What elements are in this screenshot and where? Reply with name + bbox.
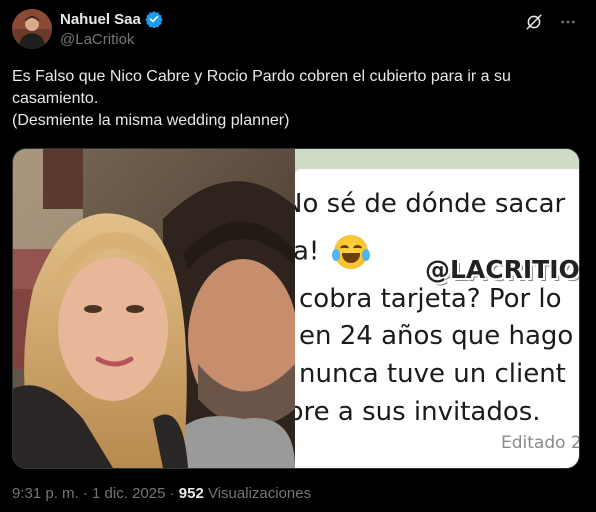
tweet-media[interactable]: No sé de dónde sacar a! @LACRITIOK cobra… — [12, 148, 580, 469]
chat-line-1: No sé de dónde sacar — [295, 189, 566, 219]
tweet-text: Es Falso que Nico Cabre y Rocio Pardo co… — [12, 66, 582, 132]
more-options-icon[interactable] — [558, 12, 578, 32]
verified-badge-icon — [145, 10, 163, 29]
meta-separator-2: · — [165, 485, 179, 502]
couple-photo[interactable] — [13, 149, 298, 468]
chat-line-6: bre a sus invitados. — [295, 397, 541, 427]
chat-bubble: No sé de dónde sacar a! @LACRITIOK cobra… — [295, 169, 579, 468]
tweet-text-line1: Es Falso que Nico Cabre y Rocio Pardo co… — [12, 68, 511, 85]
post-date[interactable]: 1 dic. 2025 — [92, 485, 165, 502]
tweet: Nahuel Saa @LaCritiok Es Falso que Nico … — [0, 0, 596, 512]
views-count: 952 — [178, 485, 204, 502]
watermark: @LACRITIOK — [425, 255, 579, 284]
grok-icon[interactable] — [524, 12, 544, 32]
tweet-meta: 9:31 p. m. · 1 dic. 2025 · 952 Visualiza… — [12, 485, 311, 502]
meta-separator: · — [78, 485, 93, 502]
chat-line-5: nunca tuve un client — [299, 359, 566, 389]
tweet-text-line3: (Desmiente la misma wedding planner) — [12, 112, 290, 129]
chat-line-2-text: a! — [295, 236, 328, 267]
laughing-tears-emoji-icon — [331, 235, 370, 269]
chat-line-4: en 24 años que hago — [299, 321, 574, 351]
chat-line-3: cobra tarjeta? Por lo — [299, 284, 562, 314]
tweet-text-line2: casamiento. — [12, 90, 99, 107]
post-time[interactable]: 9:31 p. m. — [12, 485, 79, 502]
chat-line-2: a! — [295, 235, 370, 269]
edited-label: Editado 2 — [501, 433, 579, 453]
chat-screenshot[interactable]: No sé de dónde sacar a! @LACRITIOK cobra… — [295, 149, 579, 468]
avatar[interactable] — [12, 9, 52, 49]
views-label: Visualizaciones — [207, 485, 312, 502]
author-name[interactable]: Nahuel Saa — [60, 11, 141, 28]
author-handle[interactable]: @LaCritiok — [60, 31, 134, 48]
